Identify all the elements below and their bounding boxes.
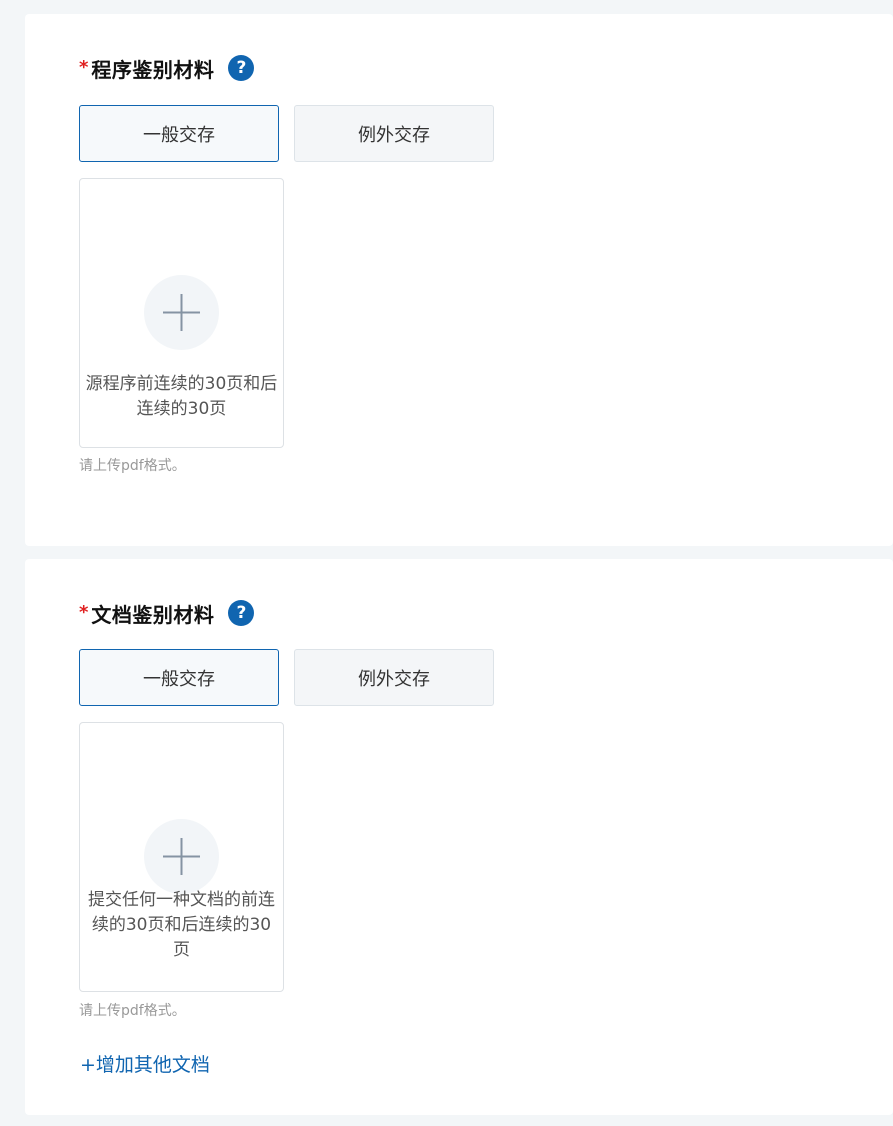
plus-icon	[144, 275, 219, 350]
upload-dropzone[interactable]: 源程序前连续的30页和后连续的30页	[79, 178, 284, 448]
tab-exception-deposit[interactable]: 例外交存	[294, 105, 494, 162]
add-other-document-link[interactable]: +增加其他文档	[80, 1050, 210, 1077]
tab-exception-deposit[interactable]: 例外交存	[294, 649, 494, 706]
format-hint: 请上传pdf格式。	[79, 458, 186, 474]
section-title-row: * 程序鉴别材料 ?	[79, 53, 255, 83]
document-material-card: * 文档鉴别材料 ? 一般交存 例外交存 提交任何一种文档的前连续的30页和后连…	[25, 559, 893, 1115]
upload-dropzone[interactable]: 提交任何一种文档的前连续的30页和后连续的30页	[79, 722, 284, 992]
required-mark: *	[79, 57, 89, 78]
required-mark: *	[79, 602, 89, 623]
help-icon[interactable]: ?	[228, 55, 255, 81]
upload-description: 源程序前连续的30页和后连续的30页	[85, 374, 278, 419]
tab-general-deposit[interactable]: 一般交存	[79, 649, 279, 706]
program-material-card: * 程序鉴别材料 ? 一般交存 例外交存 源程序前连续的30页和后连续的30页 …	[25, 14, 893, 546]
section-title: 文档鉴别材料	[91, 602, 215, 627]
tab-general-deposit[interactable]: 一般交存	[79, 105, 279, 162]
format-hint: 请上传pdf格式。	[79, 1003, 186, 1019]
section-title-row: * 文档鉴别材料 ?	[79, 598, 255, 628]
upload-description: 提交任何一种文档的前连续的30页和后连续的30页	[88, 890, 275, 960]
section-title: 程序鉴别材料	[91, 57, 215, 82]
help-icon[interactable]: ?	[228, 600, 255, 626]
plus-icon	[144, 819, 219, 894]
